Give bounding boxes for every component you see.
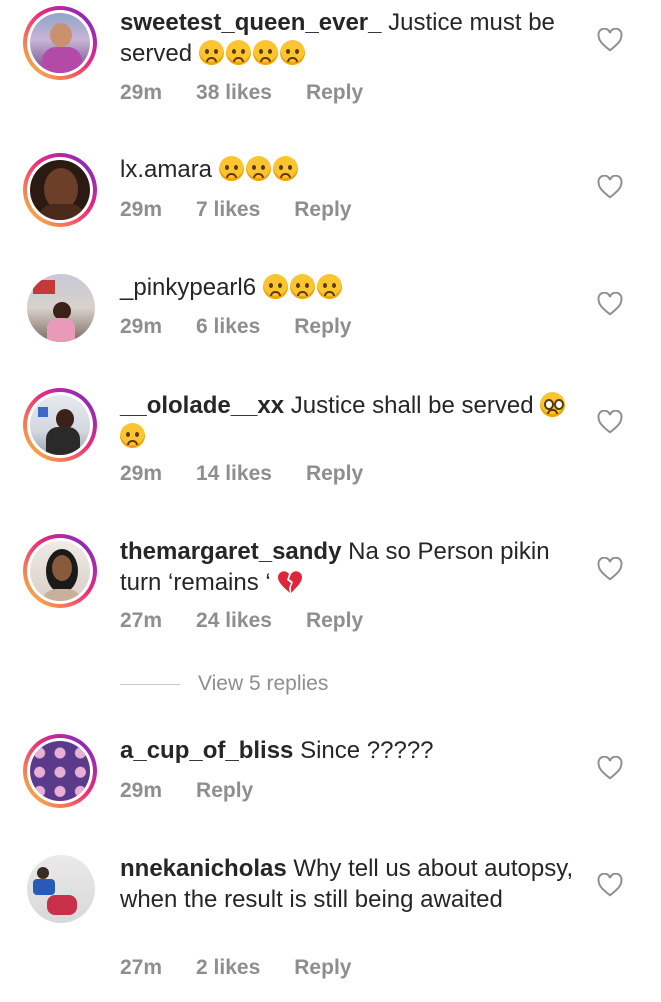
heart-outline-icon[interactable] <box>597 756 623 780</box>
avatar[interactable] <box>23 153 97 227</box>
crying-emoji <box>262 274 288 299</box>
reply-button[interactable]: Reply <box>306 609 363 632</box>
comment-likes[interactable]: 24 likes <box>196 609 272 632</box>
heart-outline-icon[interactable] <box>597 873 623 897</box>
comment-meta: 27m 2 likes Reply <box>120 956 385 980</box>
avatar[interactable] <box>27 274 95 342</box>
reply-button[interactable]: Reply <box>306 81 363 104</box>
comment-likes[interactable]: 6 likes <box>196 315 260 338</box>
comment-text: __ololade__xx Justice shall be served <box>120 390 575 452</box>
comment-username[interactable]: lx.amara <box>120 156 212 183</box>
reply-button[interactable]: Reply <box>294 956 351 979</box>
reply-button[interactable]: Reply <box>294 315 351 338</box>
crying-emoji <box>316 274 342 299</box>
heart-outline-icon[interactable] <box>597 292 623 316</box>
view-replies-label: View 5 replies <box>198 672 329 695</box>
avatar[interactable] <box>23 734 97 808</box>
pleading-face-emoji <box>540 392 566 417</box>
crying-emoji <box>120 423 145 448</box>
crying-emoji <box>218 156 244 181</box>
comment-time: 27m <box>120 609 163 632</box>
view-replies-button[interactable]: View 5 replies <box>120 672 328 696</box>
heart-outline-icon[interactable] <box>597 175 623 199</box>
comment-username[interactable]: sweetest_queen_ever_ <box>120 9 382 36</box>
reply-button[interactable]: Reply <box>294 198 351 221</box>
comment-likes[interactable]: 7 likes <box>196 198 260 221</box>
heart-outline-icon[interactable] <box>597 410 623 434</box>
avatar[interactable] <box>27 855 95 923</box>
comment-meta: 29m 38 likes Reply <box>120 81 397 105</box>
heart-outline-icon[interactable] <box>597 557 623 581</box>
comment-username[interactable]: __ololade__xx <box>120 392 284 419</box>
crying-emoji <box>198 40 224 65</box>
comment-text: _pinkypearl6 <box>120 272 575 303</box>
crying-emoji <box>245 156 271 181</box>
comment-likes[interactable]: 2 likes <box>196 956 260 979</box>
crying-emoji <box>252 40 278 65</box>
comment-time: 27m <box>120 956 163 979</box>
crying-emoji <box>289 274 315 299</box>
comment-username[interactable]: _pinkypearl6 <box>120 274 256 301</box>
comment-meta: 29m Reply <box>120 779 287 803</box>
comment-text: nnekanicholas Why tell us about autopsy,… <box>120 855 574 913</box>
crying-emoji <box>279 40 305 65</box>
comment-meta: 27m 24 likes Reply <box>120 609 397 633</box>
comment-username[interactable]: themargaret_sandy <box>120 538 341 565</box>
crying-emoji <box>225 40 251 65</box>
avatar[interactable] <box>23 388 97 462</box>
comment-time: 29m <box>120 198 163 221</box>
comment-username[interactable]: nnekanicholas <box>120 855 287 882</box>
heart-outline-icon[interactable] <box>597 28 623 52</box>
divider-line <box>120 683 180 685</box>
avatar[interactable] <box>23 534 97 608</box>
comment-time: 29m <box>120 81 163 104</box>
comment-time: 29m <box>120 462 163 485</box>
comment-text: a_cup_of_bliss Since ????? <box>120 737 434 764</box>
comment-time: 29m <box>120 315 163 338</box>
comment-likes[interactable]: 38 likes <box>196 81 272 104</box>
avatar[interactable] <box>23 6 97 80</box>
crying-emoji <box>272 156 298 181</box>
comment-time: 29m <box>120 779 163 802</box>
comment-likes[interactable]: 14 likes <box>196 462 272 485</box>
comment-text: lx.amara <box>120 154 575 185</box>
comment-text: sweetest_queen_ever_ Justice must be ser… <box>120 9 555 67</box>
reply-button[interactable]: Reply <box>306 462 363 485</box>
comment-text: themargaret_sandy Na so Person pikin tur… <box>120 538 550 596</box>
comment-meta: 29m 7 likes Reply <box>120 198 385 222</box>
comment-username[interactable]: a_cup_of_bliss <box>120 737 293 764</box>
broken-heart-emoji <box>278 571 303 593</box>
reply-button[interactable]: Reply <box>196 779 253 802</box>
comment-meta: 29m 6 likes Reply <box>120 315 385 339</box>
comment-meta: 29m 14 likes Reply <box>120 462 397 486</box>
